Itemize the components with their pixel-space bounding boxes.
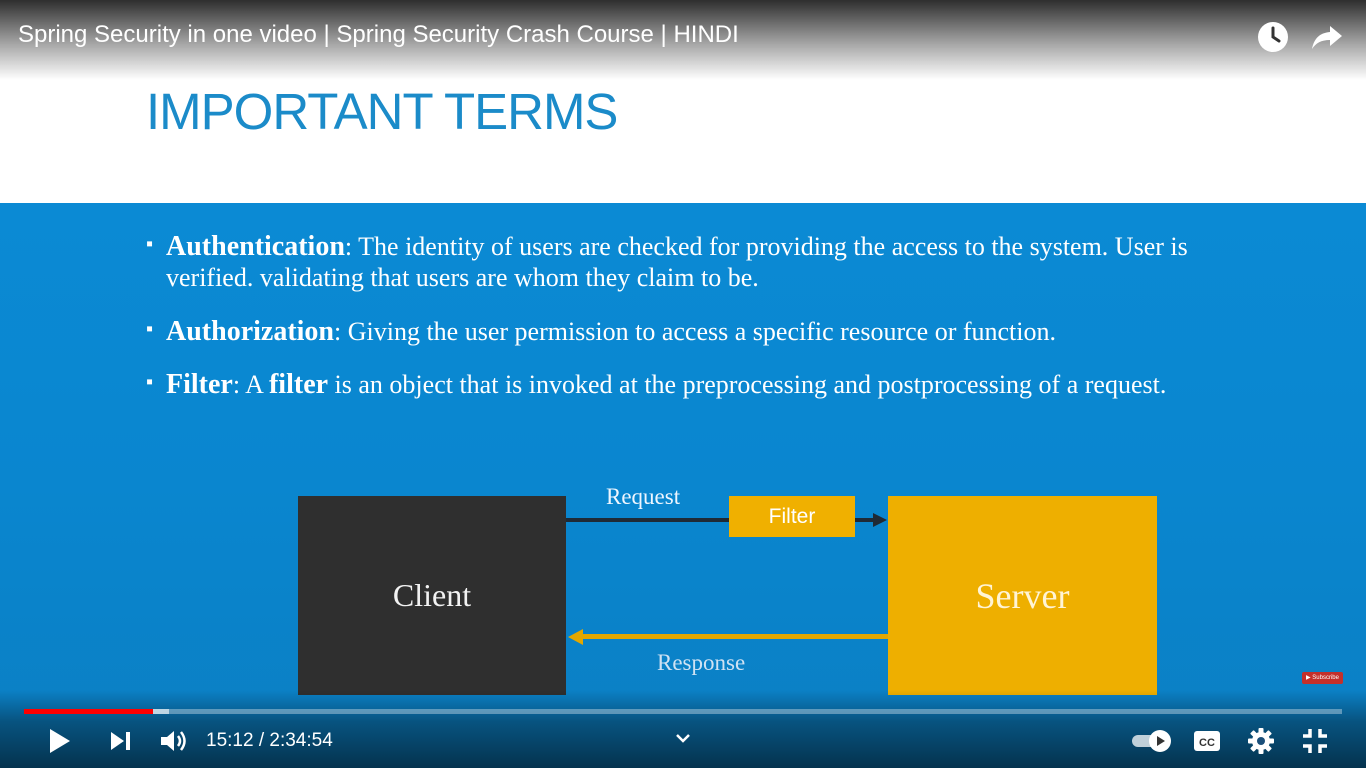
request-arrowhead xyxy=(873,513,887,527)
play-button[interactable] xyxy=(43,725,75,757)
bullet-term: Authentication xyxy=(166,231,345,262)
exit-fullscreen-icon xyxy=(1303,729,1327,753)
autoplay-toggle[interactable] xyxy=(1130,725,1174,757)
progress-bar[interactable] xyxy=(24,709,1342,714)
bullet-marker: ▪ xyxy=(146,318,154,340)
gear-icon xyxy=(1248,728,1274,754)
response-arrowhead xyxy=(568,629,583,645)
video-title[interactable]: Spring Security in one video | Spring Se… xyxy=(18,21,739,49)
bullet-term: Filter xyxy=(166,369,233,400)
next-icon xyxy=(111,732,130,750)
filter-box: Filter xyxy=(729,496,855,537)
slide-title: IMPORTANT TERMS xyxy=(146,83,618,140)
request-arrow-line xyxy=(855,518,875,522)
exit-fullscreen-button[interactable] xyxy=(1299,725,1331,757)
volume-icon xyxy=(161,731,186,751)
bullet-term: Authorization xyxy=(166,316,334,347)
bullet-text: : Giving the user permission to access a… xyxy=(334,317,1056,346)
cc-icon: CC xyxy=(1194,731,1220,751)
response-arrow-line xyxy=(582,634,888,639)
autoplay-toggle-icon xyxy=(1132,730,1171,752)
settings-button[interactable] xyxy=(1245,725,1277,757)
bullet-marker: ▪ xyxy=(146,233,154,255)
video-frame[interactable]: IMPORTANT TERMS ▪ Authentication: The id… xyxy=(0,0,1366,768)
next-button[interactable] xyxy=(104,725,136,757)
clock-icon[interactable] xyxy=(1256,20,1290,54)
bullet-marker: ▪ xyxy=(146,371,154,393)
bullet-term-inline: filter xyxy=(268,369,329,400)
time-display: 15:12 / 2:34:54 xyxy=(206,730,333,751)
cc-button[interactable]: CC xyxy=(1191,725,1223,757)
play-icon xyxy=(50,729,70,753)
svg-text:CC: CC xyxy=(1199,737,1215,749)
bullet-text: is an object that is invoked at the prep… xyxy=(328,370,1167,399)
bullet-text-pre: : A xyxy=(232,370,269,399)
request-arrow-line xyxy=(566,518,729,522)
client-box: Client xyxy=(298,496,566,695)
server-box: Server xyxy=(888,496,1157,695)
chevron-down-icon[interactable] xyxy=(673,728,693,748)
response-label: Response xyxy=(657,650,746,675)
volume-button[interactable] xyxy=(157,725,189,757)
subscribe-watermark[interactable]: ▶ Subscribe xyxy=(1302,672,1343,684)
progress-played xyxy=(24,709,154,714)
share-arrow-icon[interactable] xyxy=(1310,20,1344,54)
request-label: Request xyxy=(606,484,681,509)
